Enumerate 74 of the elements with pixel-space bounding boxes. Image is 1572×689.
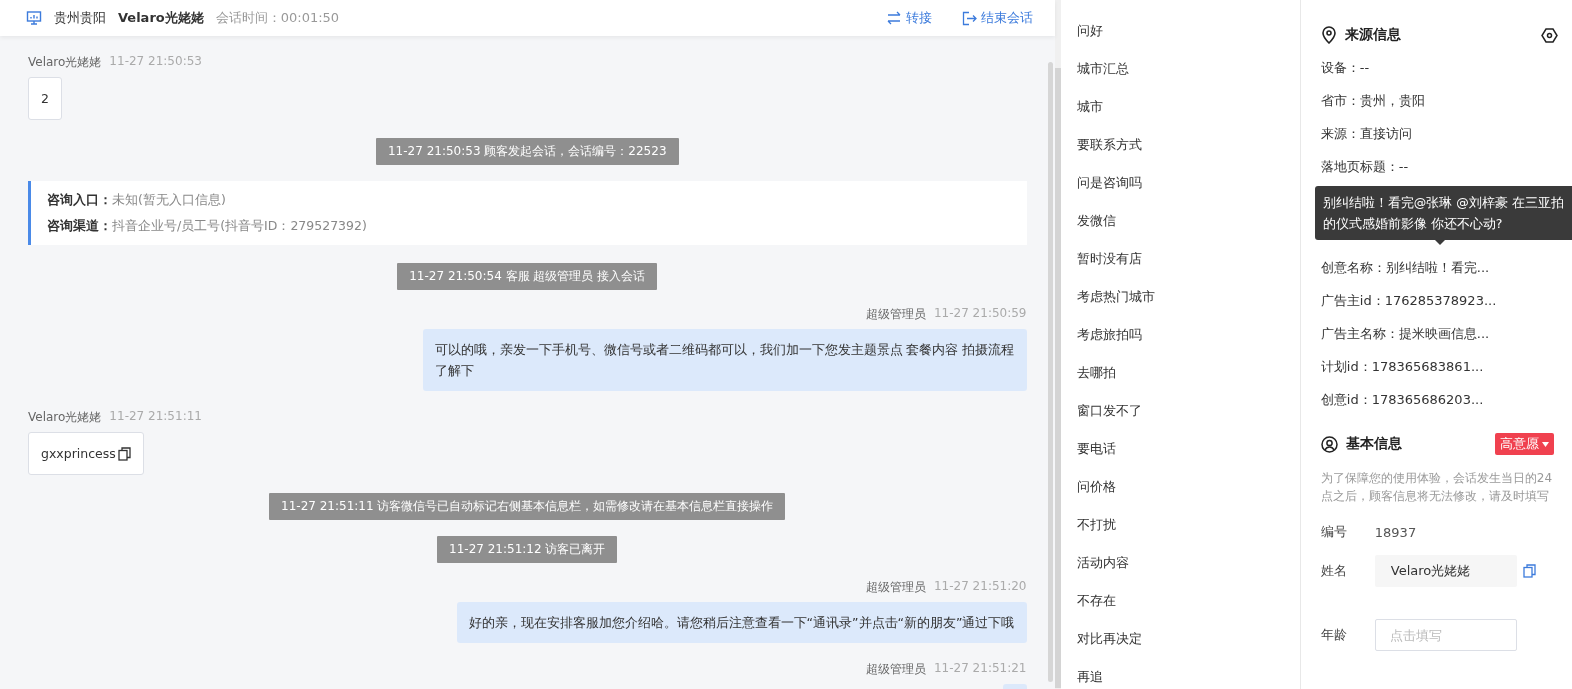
- message-text: 2: [41, 90, 49, 108]
- end-session-link[interactable]: 结束会话: [961, 9, 1033, 27]
- quick-reply-item[interactable]: 城市: [1060, 96, 1300, 134]
- user-circle-icon: [1320, 435, 1338, 453]
- quick-reply-item[interactable]: 考虑热门城市: [1060, 286, 1300, 324]
- sender-name: 超级管理员: [865, 661, 926, 678]
- message-time: 11-27 21:51:21: [933, 661, 1027, 677]
- quick-reply-item[interactable]: 不存在: [1060, 590, 1300, 628]
- message-time: 11-27 21:50:53: [109, 54, 202, 70]
- info-row-text: 广告主id：176285378923...: [1320, 292, 1498, 310]
- message-text: 可以的哦，亲发一下手机号、微信号或者二维码都可以，我们加一下您发主题景点 套餐内容 拍摄流程了解下: [434, 341, 1015, 380]
- sender-name: 超级管理员: [865, 579, 926, 596]
- sender-name: Velaro光姥姥: [28, 54, 102, 71]
- message-time: 11-27 21:51:11: [109, 409, 202, 425]
- message-time: 11-27 21:50:59: [933, 306, 1027, 322]
- quick-reply-item[interactable]: 暂时没有店: [1060, 248, 1300, 286]
- session-time: 会话时间：00:01:50: [215, 9, 340, 27]
- system-notice: 11-27 21:50:54 客服 超级管理员 接入会话: [397, 263, 658, 290]
- section-title: 来源信息: [1344, 26, 1401, 44]
- monitor-icon: [26, 10, 42, 26]
- quick-reply-item[interactable]: 要联系方式: [1060, 134, 1300, 172]
- quick-reply-item[interactable]: 窗口发不了: [1060, 400, 1300, 438]
- field-value: 18937: [1374, 524, 1417, 540]
- visitor-name: Velaro光姥姥: [118, 9, 204, 27]
- logout-icon: [961, 10, 977, 26]
- info-row-text: 设备：--: [1320, 59, 1371, 77]
- sender-name: Velaro光姥姥: [28, 409, 102, 426]
- quick-reply-item[interactable]: 不打扰: [1060, 514, 1300, 552]
- swap-arrows-icon: [885, 11, 902, 25]
- info-row-text: 落地页标题：--: [1320, 158, 1410, 176]
- quick-reply-item[interactable]: 要电话: [1060, 438, 1300, 476]
- caret-down-icon: [1542, 441, 1549, 447]
- quick-reply-item[interactable]: 问好: [1060, 20, 1300, 58]
- system-notice: 11-27 21:50:53 顾客发起会话，会话编号：22523: [375, 138, 679, 165]
- field-label: 年龄: [1320, 626, 1348, 644]
- quick-reply-item[interactable]: 去哪拍: [1060, 362, 1300, 400]
- intent-dropdown[interactable]: 高意愿: [1495, 433, 1554, 455]
- info-row-text: 广告主名称：提米映画信息...: [1320, 325, 1491, 343]
- quick-reply-item[interactable]: 问是咨询吗: [1060, 172, 1300, 210]
- info-row-text: 创意id：178365686203...: [1320, 391, 1485, 409]
- settings-icon[interactable]: [1541, 26, 1558, 44]
- field-label: 姓名: [1320, 562, 1348, 580]
- quick-reply-item[interactable]: 对比再决定: [1060, 628, 1300, 666]
- sender-name: 超级管理员: [865, 306, 926, 323]
- field-label: 编号: [1320, 523, 1348, 541]
- info-row-text: 计划id：178365683861...: [1320, 358, 1485, 376]
- info-row-text: 创意名称：别纠结啦！看完...: [1320, 259, 1491, 277]
- quick-reply-item[interactable]: 发微信: [1060, 210, 1300, 248]
- scrollbar[interactable]: [1054, 68, 1061, 688]
- scrollbar[interactable]: [1047, 62, 1053, 682]
- quick-reply-item[interactable]: 再追: [1060, 666, 1300, 689]
- quick-reply-item[interactable]: 问价格: [1060, 476, 1300, 514]
- system-notice: 11-27 21:51:12 访客已离开: [437, 536, 618, 563]
- age-field[interactable]: 点击填写: [1374, 619, 1517, 651]
- copy-icon[interactable]: [117, 446, 131, 461]
- hint-text: 为了保障您的使用体验，会话发生当日的24点之后，顾客信息将无法修改，请及时填写: [1320, 470, 1554, 505]
- info-row-text: 省市：贵州，贵阳: [1320, 92, 1426, 110]
- info-line: 咨询渠道：抖音企业号/员工号(抖音号ID：279527392): [47, 217, 368, 235]
- name-field[interactable]: Velaro光姥姥: [1374, 555, 1517, 587]
- info-row-text: 来源：直接访问: [1320, 125, 1413, 143]
- system-notice: 11-27 21:51:11 访客微信号已自动标记右侧基本信息栏，如需修改请在基本信息栏直接操作: [269, 493, 786, 520]
- quick-reply-item[interactable]: 考虑旅拍吗: [1060, 324, 1300, 362]
- location-text: 贵州贵阳: [54, 9, 106, 27]
- location-pin-icon: [1320, 26, 1337, 44]
- quick-reply-item[interactable]: 城市汇总: [1060, 58, 1300, 96]
- message-time: 11-27 21:51:20: [933, 579, 1027, 595]
- section-title: 基本信息: [1345, 435, 1402, 453]
- quick-reply-item[interactable]: 活动内容: [1060, 552, 1300, 590]
- message-text: 好的亲，现在安排客服加您介绍哈。请您稍后注意查看一下“通讯录”并点击“新的朋友”通过下哦: [468, 614, 1015, 632]
- message-text: gxxprincess: [41, 445, 116, 463]
- tooltip: 别纠结啦！看完@张琳 @刘梓豪 在三亚拍的仪式感婚前影像 你还不心动?: [1314, 186, 1572, 240]
- info-line: 咨询入口：未知(暂无入口信息): [47, 191, 227, 209]
- tooltip-pointer: [1434, 240, 1445, 245]
- transfer-link[interactable]: 转接: [885, 9, 932, 27]
